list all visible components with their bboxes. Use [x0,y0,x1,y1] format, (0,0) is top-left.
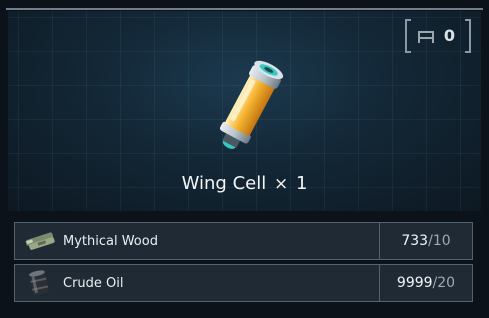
wood-icon [25,232,55,250]
inventory-counter: 0 [405,19,471,53]
counter-value: 0 [443,26,455,45]
material-required: 10 [432,233,451,249]
item-preview-panel: 0 Wing Cell × 1 [8,11,481,211]
item-name: Wing Cell [181,173,267,194]
item-title: Wing Cell × 1 [8,173,481,194]
oil-barrel-icon [29,270,49,296]
top-divider [6,8,483,10]
material-amount: 733/10 [379,223,472,259]
bed-icon [418,31,434,43]
counter-bracket-right [465,19,471,53]
material-amount: 9999/20 [379,265,472,301]
material-row-mythical-wood: Mythical Wood 733/10 [14,222,473,260]
counter-bracket-left [405,19,411,53]
material-name: Mythical Wood [63,233,158,249]
material-name-cell: Crude Oil [15,265,381,301]
material-required: 20 [437,275,456,291]
material-name-cell: Mythical Wood [15,223,381,259]
item-quantity: 1 [295,173,308,194]
material-name: Crude Oil [63,275,124,291]
material-row-crude-oil: Crude Oil 9999/20 [14,264,473,302]
times-symbol: × [273,174,289,194]
material-owned: 733 [401,233,429,249]
material-owned: 9999 [396,275,433,291]
battery-cell-icon [219,60,284,149]
